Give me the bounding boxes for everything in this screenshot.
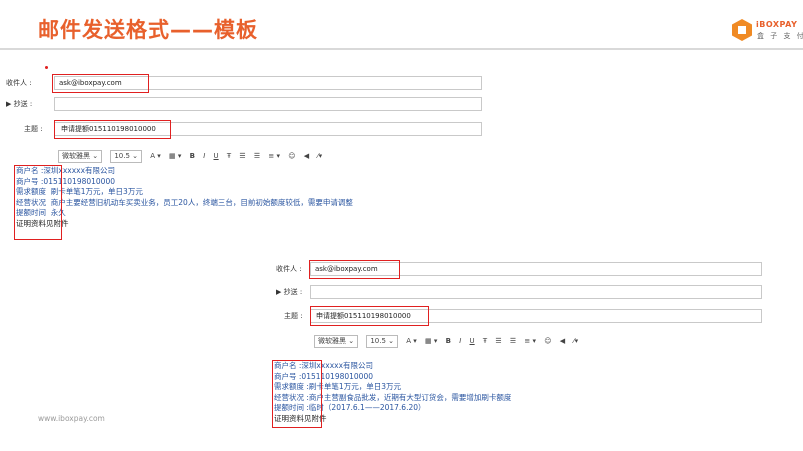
ul-list-icon[interactable]: ☰	[239, 150, 245, 162]
subject-highlight	[310, 306, 429, 326]
body-line: 商户名 :深圳xxxxxx有限公司	[16, 166, 116, 175]
bg-color-button[interactable]: ▦ ▾	[169, 150, 181, 162]
page-title: 邮件发送格式——模板	[38, 18, 258, 42]
body-line: 商户号 :015110198010000	[16, 176, 115, 186]
bg-color-button[interactable]: ▦ ▾	[425, 335, 437, 347]
strike-button[interactable]: Ŧ	[227, 150, 231, 162]
font-select[interactable]: 微软雅黑 ⌄	[314, 335, 359, 348]
send-icon[interactable]: ◀	[560, 335, 565, 347]
editor-toolbar: 微软雅黑 ⌄ 10.5 ⌄ A ▾ ▦ ▾ B I U Ŧ ☰ ☰ ≡ ▾ ☺ …	[314, 335, 584, 349]
more-tools-icon[interactable]: ⁄▾	[573, 335, 578, 347]
font-color-button[interactable]: A ▾	[406, 335, 417, 347]
align-button[interactable]: ≡ ▾	[524, 335, 536, 347]
to-label: 收件人 :	[276, 265, 302, 273]
cc-label[interactable]: ▶ 抄送 :	[6, 97, 32, 111]
body-line: 需求额度 刷卡单笔1万元，单日3万元	[16, 187, 143, 197]
email-body[interactable]: 商户名 :深圳xxxxxx有限公司 商户号 :015110198010000 需…	[16, 166, 353, 230]
body-line: 经营状况 商户主要经营旧机动车买卖业务，员工20人，终端三台，目前初始额度较低，…	[16, 197, 353, 207]
cc-row: ▶ 抄送 :	[0, 97, 482, 111]
italic-button[interactable]: I	[459, 335, 461, 347]
strike-button[interactable]: Ŧ	[483, 335, 487, 347]
font-select[interactable]: 微软雅黑 ⌄	[58, 150, 103, 163]
bold-button[interactable]: B	[190, 150, 195, 162]
brand-logo: iBOXPAY 盒 子 支 付	[732, 19, 803, 43]
more-tools-icon[interactable]: ⁄▾	[317, 150, 322, 162]
to-highlight	[52, 74, 149, 93]
required-dot	[45, 66, 48, 69]
subject-label: 主题 :	[24, 125, 43, 133]
title-divider	[0, 48, 803, 50]
to-highlight	[309, 260, 400, 279]
size-select[interactable]: 10.5 ⌄	[366, 335, 399, 348]
emoji-icon[interactable]: ☺	[288, 150, 295, 162]
keys-highlight	[14, 165, 62, 240]
underline-button[interactable]: U	[470, 335, 475, 347]
logo-hexagon-icon	[732, 19, 752, 41]
align-button[interactable]: ≡ ▾	[268, 150, 280, 162]
logo-text: iBOXPAY	[756, 20, 798, 29]
keys-highlight	[272, 360, 322, 428]
ul-list-icon[interactable]: ☰	[495, 335, 501, 347]
ol-list-icon[interactable]: ☰	[254, 150, 260, 162]
font-color-button[interactable]: A ▾	[150, 150, 161, 162]
cc-field[interactable]	[310, 285, 762, 299]
italic-button[interactable]: I	[203, 150, 205, 162]
website-footer: www.iboxpay.com	[38, 414, 105, 423]
underline-button[interactable]: U	[214, 150, 219, 162]
ol-list-icon[interactable]: ☰	[510, 335, 516, 347]
body-line: 提额时间 永久	[16, 208, 66, 218]
cc-row: ▶ 抄送 :	[272, 285, 762, 299]
body-footer: 证明资料见附件	[16, 218, 69, 228]
emoji-icon[interactable]: ☺	[544, 335, 551, 347]
size-select[interactable]: 10.5 ⌄	[110, 150, 143, 163]
subject-highlight	[54, 120, 171, 139]
editor-toolbar: 微软雅黑 ⌄ 10.5 ⌄ A ▾ ▦ ▾ B I U Ŧ ☰ ☰ ≡ ▾ ☺ …	[58, 150, 328, 164]
to-label: 收件人 :	[6, 79, 32, 87]
cc-label[interactable]: ▶ 抄送 :	[276, 285, 302, 299]
logo-subtext: 盒 子 支 付	[757, 32, 803, 40]
email-form-1: 收件人 : ask@iboxpay.com ▶ 抄送 : 主题 : 申请提额01…	[0, 62, 482, 272]
subject-label: 主题 :	[284, 312, 303, 320]
send-icon[interactable]: ◀	[304, 150, 309, 162]
cc-field[interactable]	[54, 97, 482, 111]
email-form-2: 收件人 : ask@iboxpay.com ▶ 抄送 : 主题 : 申请提额01…	[272, 258, 762, 448]
bold-button[interactable]: B	[446, 335, 451, 347]
